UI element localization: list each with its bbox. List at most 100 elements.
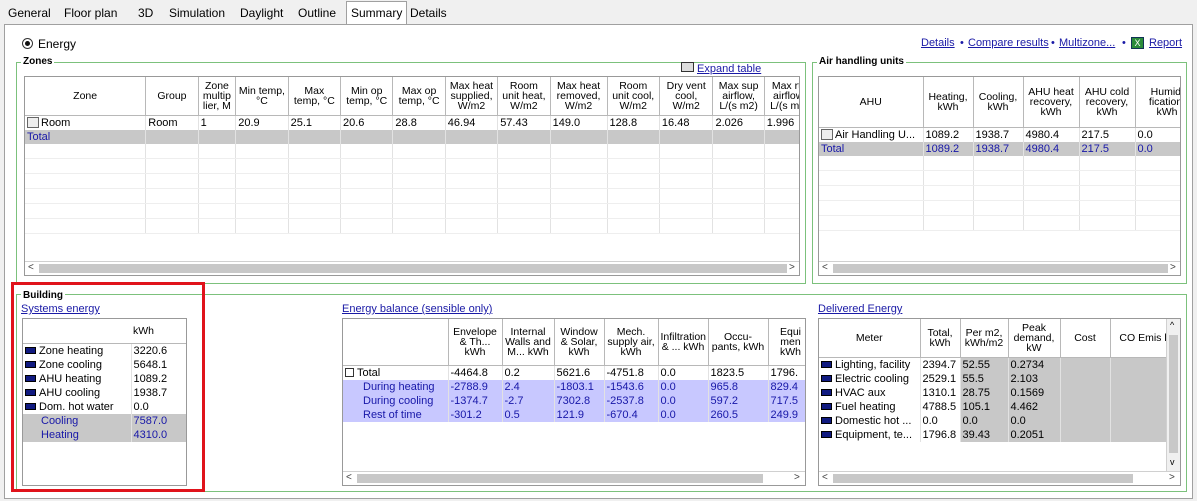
scroll-thumb[interactable] [357,474,763,483]
table-row[interactable]: Room Room 1 20.9 25.1 20.6 28.8 46.94 57… [25,115,799,130]
col-room-unit-heat[interactable]: Room unit heat, W/m2 [497,77,551,116]
col-ahu-cold-recovery[interactable]: AHU cold recovery, kWh [1079,77,1136,128]
scroll-thumb[interactable] [39,264,787,273]
col-cooling[interactable]: Cooling, kWh [973,77,1024,128]
col-cost[interactable]: Cost [1060,319,1111,358]
expand-table-icon[interactable] [681,62,694,72]
table-row[interactable]: Equipment, te... 1796.8 39.43 0.2051 [819,427,1180,442]
col-max-op-temp[interactable]: Max op temp, °C [392,77,446,116]
cell-text: Air Handling U... [835,128,916,141]
table-row[interactable]: Lighting, facility 2394.7 52.55 0.2734 [819,357,1180,372]
col-room-unit-cool[interactable]: Room unit cool, W/m2 [607,77,660,116]
col-internal-walls[interactable]: Internal Walls and M... kWh [502,319,555,366]
delivered-vscrollbar[interactable]: ^ v [1166,319,1180,471]
col-total[interactable]: Total, kWh [920,319,961,358]
zones-hscrollbar[interactable]: < > [25,261,799,275]
delivered-energy-link[interactable]: Delivered Energy [818,303,902,315]
col-dry-vent-cool[interactable]: Dry vent cool, W/m2 [659,77,714,116]
col-envelope[interactable]: Envelope & Th... kWh [448,319,503,366]
equipment-icon [821,431,832,439]
scroll-up-icon[interactable]: ^ [1170,320,1174,330]
table-row[interactable]: During heating -2788.9 2.4 -1803.1 -1543… [343,379,805,394]
col-per-m2[interactable]: Per m2, kWh/m2 [960,319,1009,358]
col-min-temp[interactable]: Min temp, °C [235,77,289,116]
delivered-energy-table: Meter Total, kWh Per m2, kWh/m2 Peak dem… [818,318,1181,486]
table-row[interactable]: Electric cooling 2529.1 55.5 2.103 [819,371,1180,386]
table-cell: 2394.7 [920,357,961,372]
col-max-heat-supplied[interactable]: Max heat supplied, W/m2 [445,77,499,116]
scroll-left-icon[interactable]: < [346,472,352,483]
details-link[interactable]: Details [921,37,955,49]
cell-text: Room [41,116,71,129]
scroll-left-icon[interactable]: < [822,472,828,483]
table-row[interactable]: Rest of time -301.2 0.5 121.9 -670.4 0.0… [343,407,805,422]
scroll-right-icon[interactable]: > [1169,472,1175,483]
table-cell: 2.4 [502,379,555,394]
energy-radio[interactable] [22,38,33,49]
scroll-thumb[interactable] [833,264,1168,273]
table-cell: 5621.6 [554,365,605,380]
table-cell: 965.8 [708,379,769,394]
balance-hscrollbar[interactable]: < > [343,471,805,485]
scroll-right-icon[interactable]: > [1170,262,1176,273]
collapse-icon[interactable] [345,368,354,378]
col-min-op-temp[interactable]: Min op temp, °C [340,77,394,116]
tab-daylight[interactable]: Daylight [236,3,287,23]
col-humidification[interactable]: Humidi fication, kWh [1135,77,1180,128]
scroll-thumb[interactable] [833,474,1133,483]
scroll-left-icon[interactable]: < [822,262,828,273]
col-ahu-heat-recovery[interactable]: AHU heat recovery, kWh [1023,77,1080,128]
col-mech-supply-air[interactable]: Mech. supply air, kWh [604,319,659,366]
col-infiltration[interactable]: Infiltration & ... kWh [658,319,709,366]
total-row[interactable]: Total [25,129,799,144]
scroll-left-icon[interactable]: < [28,262,34,273]
table-row[interactable]: Domestic hot ... 0.0 0.0 0.0 [819,413,1180,428]
tab-details[interactable]: Details [406,3,451,23]
col-heating[interactable]: Heating, kWh [923,77,974,128]
col-meter[interactable]: Meter [819,319,921,358]
tab-floor-plan[interactable]: Floor plan [60,3,121,23]
table-row[interactable]: Fuel heating 4788.5 105.1 4.462 [819,399,1180,414]
report-link[interactable]: Report [1149,37,1182,49]
total-row[interactable]: Total -4464.8 0.2 5621.6 -4751.8 0.0 182… [343,365,805,380]
col-zone[interactable]: Zone [25,77,147,116]
col-window-solar[interactable]: Window & Solar, kWh [554,319,605,366]
scroll-thumb[interactable] [1169,335,1178,453]
table-cell: -670.4 [604,407,659,422]
expand-table-link[interactable]: Expand table [697,63,761,75]
tab-simulation[interactable]: Simulation [165,3,229,23]
col-equipment[interactable]: Equi men kWh [768,319,805,366]
col-max-sup-airflow[interactable]: Max sup airflow, L/(s m2) [712,77,765,116]
table-cell: -1374.7 [448,393,503,408]
scroll-right-icon[interactable]: > [794,472,800,483]
col-ahu[interactable]: AHU [819,77,924,128]
total-row[interactable]: Total 1089.2 1938.7 4980.4 217.5 0.0 [819,141,1180,156]
table-row[interactable]: Air Handling U... 1089.2 1938.7 4980.4 2… [819,127,1180,142]
scroll-down-icon[interactable]: v [1170,457,1175,467]
tab-outline[interactable]: Outline [294,3,340,23]
delivered-hscrollbar[interactable]: < > [819,471,1180,485]
tab-summary[interactable]: Summary [346,1,408,24]
col-peak-demand[interactable]: Peak demand, kW [1008,319,1061,358]
col-max-temp[interactable]: Max temp, °C [288,77,342,116]
electric-cooling-icon [821,375,832,383]
col-zone-multiplier[interactable]: Zone multip lier, M [198,77,237,116]
ahu-hscrollbar[interactable]: < > [819,261,1180,275]
zone-name-cell[interactable]: Room [25,115,147,130]
scroll-right-icon[interactable]: > [789,262,795,273]
ahu-name-cell[interactable]: Air Handling U... [819,127,924,142]
multizone-link[interactable]: Multizone... [1059,37,1115,49]
table-cell: 2529.1 [920,371,961,386]
table-row[interactable]: During cooling -1374.7 -2.7 7302.8 -2537… [343,393,805,408]
col-group[interactable]: Group [145,77,199,116]
tab-3d[interactable]: 3D [134,3,157,23]
col-max-heat-removed[interactable]: Max heat removed, W/m2 [550,77,608,116]
cell-text: Domestic hot ... [835,414,912,427]
tab-general[interactable]: General [4,3,55,23]
col-occupants[interactable]: Occu- pants, kWh [708,319,769,366]
energy-balance-link[interactable]: Energy balance (sensible only) [342,303,492,315]
col-max-rtn-airflow[interactable]: Max rtn airflow, L/(s m2) [764,77,799,116]
report-icon[interactable]: X [1131,37,1144,49]
table-row[interactable]: HVAC aux 1310.1 28.75 0.1569 [819,385,1180,400]
compare-results-link[interactable]: Compare results [968,37,1049,49]
